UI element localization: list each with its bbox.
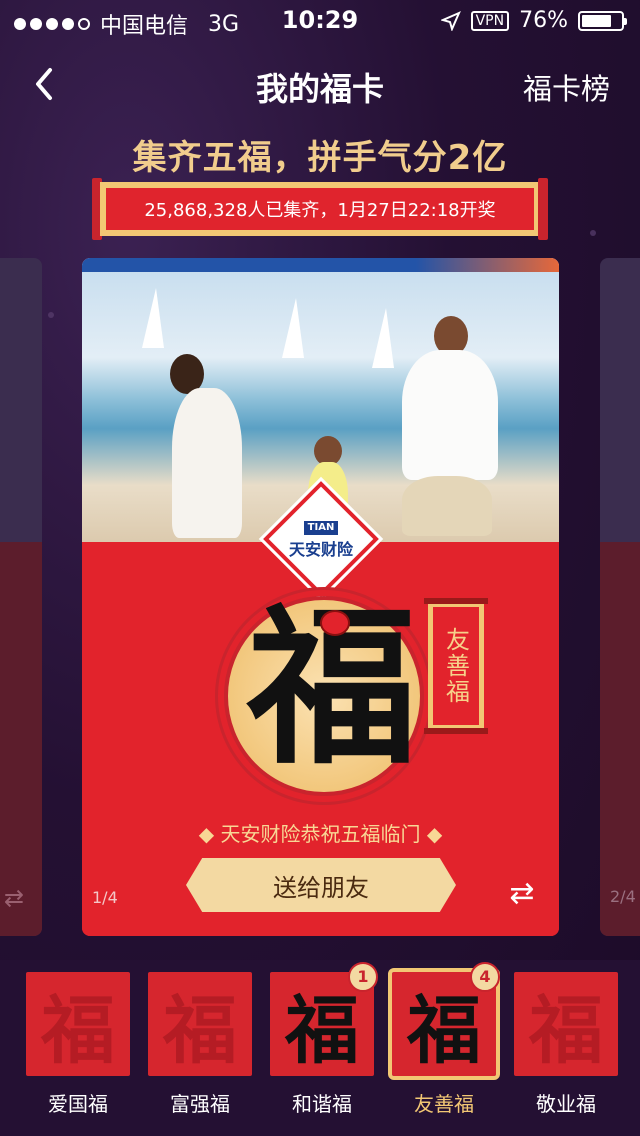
status-right: VPN 76% (440, 8, 627, 33)
send-to-friend-button[interactable]: 送给朋友 (186, 858, 456, 912)
count-badge: 4 (470, 962, 500, 992)
sailboat-image (282, 298, 304, 358)
fu-tile-label: 富强福 (170, 1092, 230, 1116)
fu-tile-glyph: 福 (41, 987, 115, 1074)
count-badge: 1 (348, 962, 378, 992)
fu-tile-label: 友善福 (414, 1092, 474, 1116)
sponsor-logo-text: 天安财险 (288, 540, 353, 559)
fu-tile-glyph: 福 (163, 987, 237, 1074)
decor-dot (590, 230, 596, 236)
fu-tile-label: 敬业福 (536, 1092, 596, 1116)
fu-tile-glyph: 福 (285, 987, 359, 1074)
location-arrow-icon (440, 10, 461, 31)
man-figure (402, 476, 492, 536)
battery-fill (582, 14, 611, 27)
sailboat-image (142, 288, 164, 348)
sponsor-logo-mark: TIAN (304, 521, 338, 535)
headline: 集齐五福，拼手气分2亿 (132, 138, 508, 178)
fu-tile-glyph: 福 (529, 987, 603, 1074)
greeting-text: ◆ 天安财险恭祝五福临门 ◆ (198, 822, 443, 846)
prev-card[interactable]: ⇄ (0, 258, 42, 936)
sailboat-image (372, 308, 394, 368)
lantern-icon (320, 610, 350, 636)
collect-banner: 25,868,328人已集齐，1月27日22:18开奖 (92, 178, 548, 240)
woman-figure (172, 388, 242, 538)
vpn-badge: VPN (470, 10, 510, 31)
card-lower (600, 542, 640, 936)
battery-percent: 76% (519, 8, 568, 33)
swap-icon: ⇄ (4, 884, 25, 912)
swap-icon[interactable]: ⇄ (502, 874, 542, 914)
fu-tile-label: 爱国福 (48, 1092, 108, 1116)
fu-tile[interactable]: 福 (148, 972, 252, 1076)
photo-stripe (82, 258, 559, 272)
banner-text: 25,868,328人已集齐，1月27日22:18开奖 (106, 188, 534, 230)
page-indicator: 1/4 (92, 888, 118, 907)
page-indicator: 2/4 (610, 887, 636, 906)
fu-type-label: 友善福 (433, 607, 479, 725)
fu-tile[interactable]: 福 (514, 972, 618, 1076)
nav-bar: 我的福卡 福卡榜 (0, 50, 640, 120)
fu-tile[interactable]: 福1 (270, 962, 378, 1076)
card-lower (0, 542, 42, 936)
decor-dot (48, 312, 54, 318)
fu-card[interactable]: TIAN 天安财险 福 友善福 ◆ 天安财险恭祝五福临门 ◆ 送给朋友 1/4 … (82, 258, 559, 936)
banner-end (538, 178, 548, 240)
battery-icon (578, 10, 627, 31)
banner-frame: 25,868,328人已集齐，1月27日22:18开奖 (100, 182, 540, 236)
fu-card-selector: 福爱国福福富强福福 1 和谐福福 4 友善福福敬业福 (0, 960, 640, 1136)
fu-tile[interactable]: 福 (26, 972, 130, 1076)
man-figure (402, 350, 498, 480)
fu-tile[interactable]: 福4 (388, 962, 500, 1080)
fu-type-scroll: 友善福 (424, 598, 488, 734)
fu-tile-label: 和谐福 (292, 1092, 352, 1116)
status-bar: 中国电信 3G 10:29 VPN 76% (0, 0, 640, 40)
fu-tile-glyph: 福 (407, 987, 481, 1074)
leaderboard-link[interactable]: 福卡榜 (523, 66, 610, 108)
next-card[interactable]: 2/4 (600, 258, 640, 936)
